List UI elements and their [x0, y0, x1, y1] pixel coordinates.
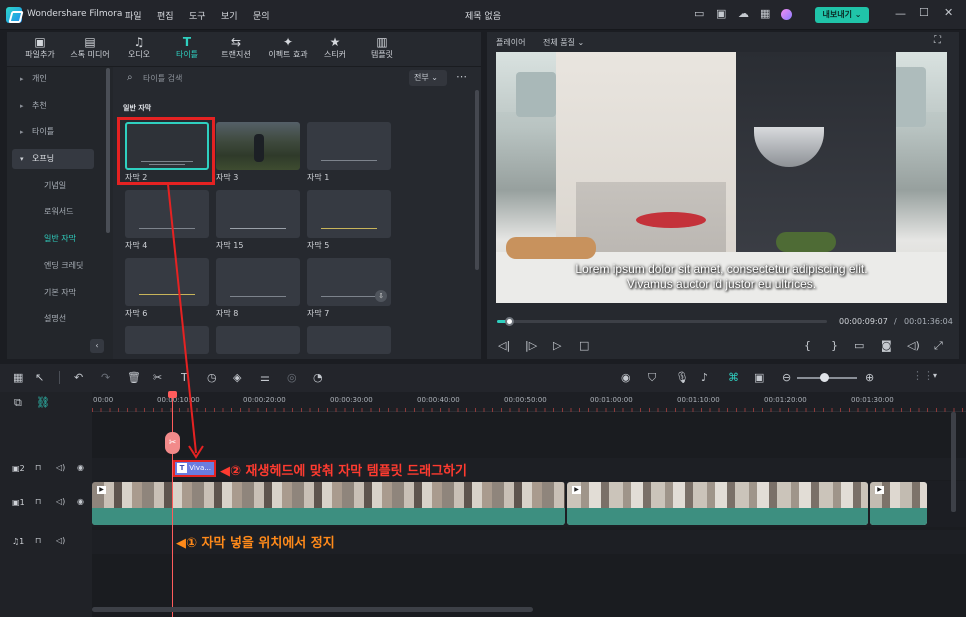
timeline-hscrollbar[interactable] — [92, 607, 533, 612]
step1-callout: ◀① 자막 넣을 위치에서 정지 — [176, 536, 335, 551]
drag-arrow — [167, 183, 204, 459]
timeline-vscrollbar[interactable] — [951, 412, 956, 512]
step2-callout: ◀② 재생헤드에 맞춰 자막 템플릿 드래그하기 — [220, 464, 467, 479]
